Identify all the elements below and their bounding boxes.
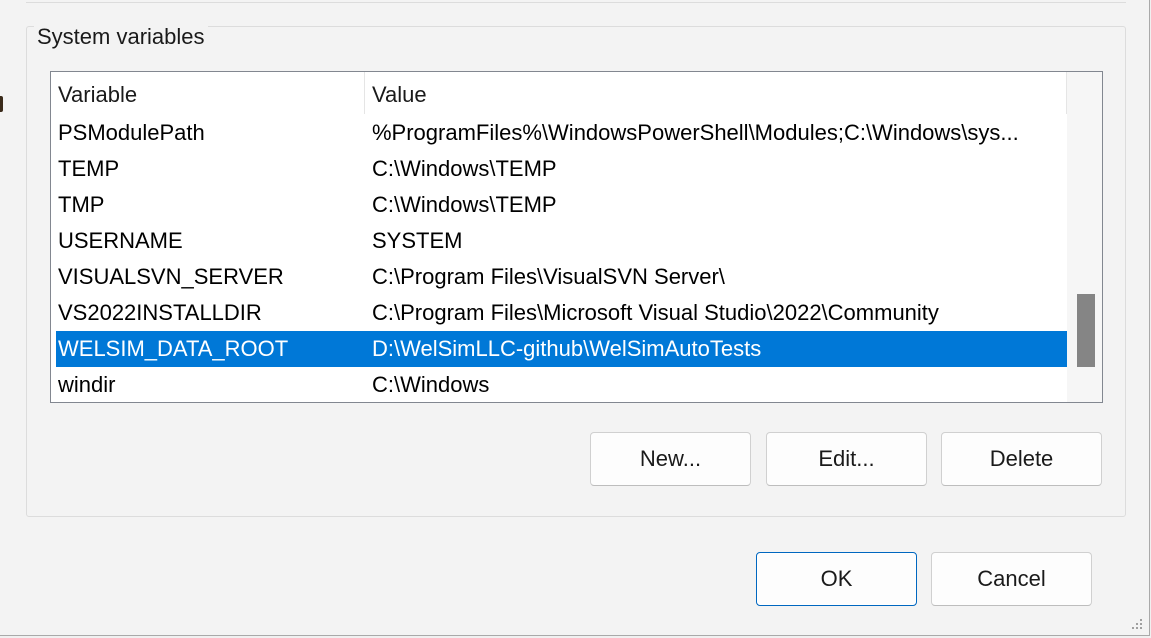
variable-value: C:\Windows <box>372 372 490 397</box>
table-row[interactable]: TEMP C:\Windows\TEMP <box>51 151 1067 187</box>
variable-name: VISUALSVN_SERVER <box>58 264 284 289</box>
new-variable-button[interactable]: New... <box>590 432 751 486</box>
list-header: Variable Value <box>51 72 1067 114</box>
column-header-variable[interactable]: Variable <box>51 72 365 114</box>
variable-name: PSModulePath <box>58 120 205 145</box>
cancel-button[interactable]: Cancel <box>931 552 1092 606</box>
window-edge-marker <box>0 96 3 112</box>
table-row[interactable]: TMP C:\Windows\TEMP <box>51 187 1067 223</box>
variable-name: windir <box>58 372 116 397</box>
variable-value: D:\WelSimLLC-github\WelSimAutoTests <box>372 336 762 361</box>
variable-value: C:\Windows\TEMP <box>372 156 557 181</box>
system-variables-title: System variables <box>34 24 208 50</box>
variable-name: TEMP <box>58 156 120 181</box>
variable-name: USERNAME <box>58 228 183 253</box>
table-row[interactable]: PSModulePath %ProgramFiles%\WindowsPower… <box>51 115 1067 151</box>
vertical-scrollbar[interactable] <box>1067 72 1102 402</box>
variable-value: C:\Program Files\VisualSVN Server\ <box>372 264 725 289</box>
system-variables-list[interactable]: Variable Value PSModulePath %ProgramFile… <box>50 71 1103 403</box>
scrollbar-thumb[interactable] <box>1077 294 1095 367</box>
column-header-value[interactable]: Value <box>365 72 1067 114</box>
list-rows: PSModulePath %ProgramFiles%\WindowsPower… <box>51 115 1067 402</box>
ok-button[interactable]: OK <box>756 552 917 606</box>
variable-name: VS2022INSTALLDIR <box>58 300 262 325</box>
table-row[interactable]: windir C:\Windows <box>51 367 1067 402</box>
variable-name: TMP <box>58 192 105 217</box>
upper-group-edge <box>26 0 1126 3</box>
variable-value: C:\Windows\TEMP <box>372 192 557 217</box>
table-row-selected[interactable]: WELSIM_DATA_ROOT D:\WelSimLLC-github\Wel… <box>56 331 1067 367</box>
table-row[interactable]: USERNAME SYSTEM <box>51 223 1067 259</box>
variable-value: %ProgramFiles%\WindowsPowerShell\Modules… <box>372 120 1019 145</box>
edit-variable-button[interactable]: Edit... <box>766 432 927 486</box>
variable-value: C:\Program Files\Microsoft Visual Studio… <box>372 300 939 325</box>
table-row[interactable]: VISUALSVN_SERVER C:\Program Files\Visual… <box>51 259 1067 295</box>
variable-name: WELSIM_DATA_ROOT <box>58 336 289 361</box>
environment-variables-dialog: System variables Variable Value PSModule… <box>0 0 1150 636</box>
delete-variable-button[interactable]: Delete <box>941 432 1102 486</box>
variable-value: SYSTEM <box>372 228 463 253</box>
table-row[interactable]: VS2022INSTALLDIR C:\Program Files\Micros… <box>51 295 1067 331</box>
resize-grip-icon[interactable] <box>1129 617 1143 631</box>
